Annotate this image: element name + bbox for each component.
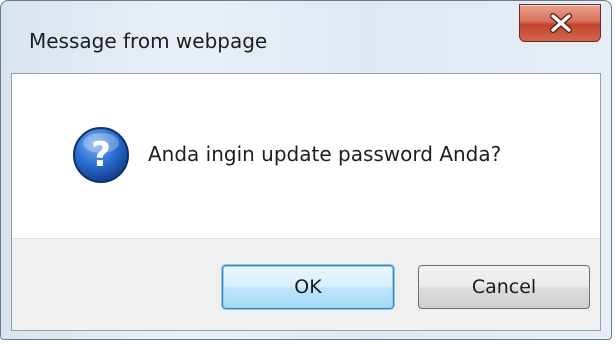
cancel-button[interactable]: Cancel [418, 265, 590, 309]
message-dialog-window: Message from webpage ? Anda ingin update… [0, 0, 612, 340]
dialog-title: Message from webpage [29, 29, 268, 53]
button-bar: OK Cancel [12, 238, 600, 330]
close-icon [550, 13, 572, 33]
message-area: ? Anda ingin update password Anda? [12, 74, 600, 238]
dialog-message: Anda ingin update password Anda? [148, 142, 502, 166]
ok-button[interactable]: OK [222, 265, 394, 309]
close-button[interactable] [519, 4, 601, 42]
question-icon: ? [73, 127, 129, 183]
svg-text:?: ? [91, 135, 111, 175]
dialog-body: ? Anda ingin update password Anda? OK Ca… [11, 73, 601, 331]
title-bar[interactable]: Message from webpage [1, 1, 611, 73]
